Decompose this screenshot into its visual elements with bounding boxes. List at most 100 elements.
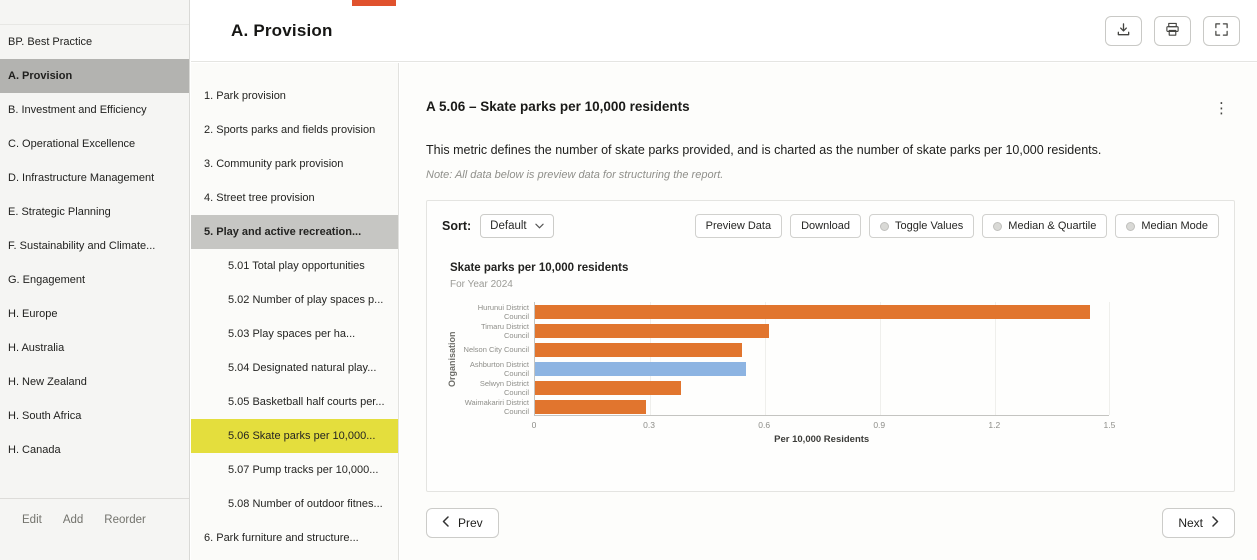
printer-icon (1165, 22, 1180, 40)
chart-axis-area (534, 302, 1111, 416)
prev-button[interactable]: Prev (426, 508, 499, 538)
sort-dropdown[interactable]: Default (480, 214, 554, 238)
bar-row (535, 359, 1109, 378)
chart-subtitle: For Year 2024 (450, 279, 513, 290)
subnav-item[interactable]: 5.03 Play spaces per ha... (191, 317, 398, 351)
radio-indicator-icon (1126, 221, 1136, 231)
bar[interactable] (535, 399, 647, 414)
bar[interactable] (535, 323, 769, 338)
x-tick-label: 0.9 (873, 420, 886, 430)
sidebar-item[interactable]: F. Sustainability and Climate... (0, 229, 189, 263)
chart-controls-buttons: Preview Data Download Toggle Values Median … (694, 214, 1219, 238)
edit-button[interactable]: Edit (22, 514, 42, 560)
sidebar-item[interactable]: H. New Zealand (0, 365, 189, 399)
subnav-item[interactable]: 3. Community park provision (191, 147, 398, 181)
chart-bars (535, 302, 1109, 415)
x-tick-label: 1.5 (1103, 420, 1116, 430)
kebab-menu-button[interactable]: ⋮ (1208, 99, 1235, 118)
gridline (1109, 302, 1111, 415)
button-label: Toggle Values (895, 220, 964, 232)
sidebar-item[interactable]: H. Australia (0, 331, 189, 365)
subnav-item[interactable]: 4. Street tree provision (191, 181, 398, 215)
x-tick-label: 0 (531, 420, 537, 430)
chart-panel: Sort: Default Preview Data Download Toggle… (426, 200, 1235, 492)
bar[interactable] (535, 380, 681, 395)
sidebar-item[interactable]: E. Strategic Planning (0, 195, 189, 229)
x-tick-label: 1.2 (988, 420, 1001, 430)
metric-note: Note: All data below is preview data for… (426, 169, 724, 181)
median-quartile-button[interactable]: Median & Quartile (982, 214, 1108, 238)
metric-header: A 5.06 – Skate parks per 10,000 resident… (426, 99, 1235, 118)
next-button[interactable]: Next (1162, 508, 1235, 538)
button-label: Median Mode (1141, 220, 1208, 232)
main-header: A. Provision (191, 0, 1257, 62)
sidebar-item[interactable]: B. Investment and Efficiency (0, 93, 189, 127)
print-button[interactable] (1154, 15, 1191, 46)
sidebar-item[interactable]: C. Operational Excellence (0, 127, 189, 161)
bar[interactable] (535, 342, 742, 357)
subnav-item[interactable]: 2. Sports parks and fields provision (191, 113, 398, 147)
bar-row (535, 302, 1109, 321)
toggle-values-button[interactable]: Toggle Values (869, 214, 975, 238)
chart-x-ticks: 0 0.3 0.6 0.9 1.2 1.5 (531, 416, 1116, 431)
content-area: A 5.06 – Skate parks per 10,000 resident… (400, 63, 1257, 560)
sidebar-item[interactable]: A. Provision (0, 59, 189, 93)
sort-value: Default (490, 220, 527, 232)
metric-title: A 5.06 – Skate parks per 10,000 resident… (426, 99, 690, 114)
subnav-item[interactable]: 5.02 Number of play spaces p... (191, 283, 398, 317)
button-label: Preview Data (705, 220, 772, 232)
subnav-item[interactable]: 5.05 Basketball half courts per... (191, 385, 398, 419)
subnav-list: 1. Park provision 2. Sports parks and fie… (191, 79, 398, 555)
x-tick-label: 0.6 (758, 420, 771, 430)
subnav-item[interactable]: 5. Play and active recreation... (191, 215, 398, 249)
sidebar-item[interactable]: H. Canada (0, 433, 189, 467)
add-button[interactable]: Add (63, 514, 83, 560)
preview-data-button[interactable]: Preview Data (694, 214, 783, 238)
left-sidebar: BP. Best Practice A. Provision B. Investme… (0, 0, 190, 560)
bar[interactable] (535, 361, 746, 376)
chart-controls: Sort: Default Preview Data Download Toggle… (442, 214, 1219, 238)
next-button-label: Next (1178, 516, 1203, 530)
x-tick-label: 0.3 (643, 420, 655, 430)
metric-description: This metric defines the number of skate … (426, 143, 1102, 157)
download-button[interactable] (1105, 15, 1142, 46)
sidebar-item[interactable]: D. Infrastructure Management (0, 161, 189, 195)
sidebar-item[interactable]: H. Europe (0, 297, 189, 331)
page-title: A. Provision (231, 20, 333, 40)
chevron-down-icon (534, 220, 544, 232)
radio-indicator-icon (880, 221, 889, 231)
sidebar-item[interactable]: H. South Africa (0, 399, 189, 433)
sidebar-list: BP. Best Practice A. Provision B. Investme… (0, 25, 189, 467)
bar-row (535, 397, 1109, 416)
sidebar-item[interactable]: BP. Best Practice (0, 25, 189, 59)
chevron-left-icon (442, 516, 449, 530)
subnav-item[interactable]: 6. Park furniture and structure... (191, 521, 398, 555)
category-label: Ashburton District Council (469, 359, 529, 378)
bar-row (535, 378, 1109, 397)
download-button[interactable]: Download (790, 214, 861, 238)
radio-indicator-icon (993, 221, 1003, 231)
subnav-item[interactable]: 5.06 Skate parks per 10,000... (191, 419, 398, 453)
bar-row (535, 340, 1109, 359)
chart-x-axis-title: Per 10,000 Residents (774, 434, 870, 445)
subnav-item[interactable]: 5.07 Pump tracks per 10,000... (191, 453, 398, 487)
category-label: Selwyn District Council (479, 378, 529, 397)
reorder-button[interactable]: Reorder (104, 514, 146, 560)
chevron-right-icon (1212, 516, 1219, 530)
subnav-item[interactable]: 5.08 Number of outdoor fitnes... (191, 487, 398, 521)
sort-label: Sort: (442, 219, 472, 233)
subnav-item[interactable]: 5.01 Total play opportunities (191, 249, 398, 283)
sidebar-footer: Edit Add Reorder (0, 498, 189, 560)
subnav-item[interactable]: 1. Park provision (191, 79, 398, 113)
bar[interactable] (535, 304, 1091, 319)
median-mode-button[interactable]: Median Mode (1115, 214, 1219, 238)
sidebar-item[interactable]: G. Engagement (0, 263, 189, 297)
chart: Organisation Hurunui District Council Tim… (444, 302, 1219, 452)
download-icon (1116, 22, 1131, 40)
subnav-item[interactable]: 5.04 Designated natural play... (191, 351, 398, 385)
category-label: Hurunui District Council (477, 302, 529, 321)
expand-button[interactable] (1203, 15, 1240, 46)
chart-plot-area: 0 0.3 0.6 0.9 1.2 1.5 Per 10,000 Residents (531, 302, 1219, 452)
expand-icon (1214, 22, 1229, 40)
chart-y-axis-title: Organisation (447, 331, 457, 387)
